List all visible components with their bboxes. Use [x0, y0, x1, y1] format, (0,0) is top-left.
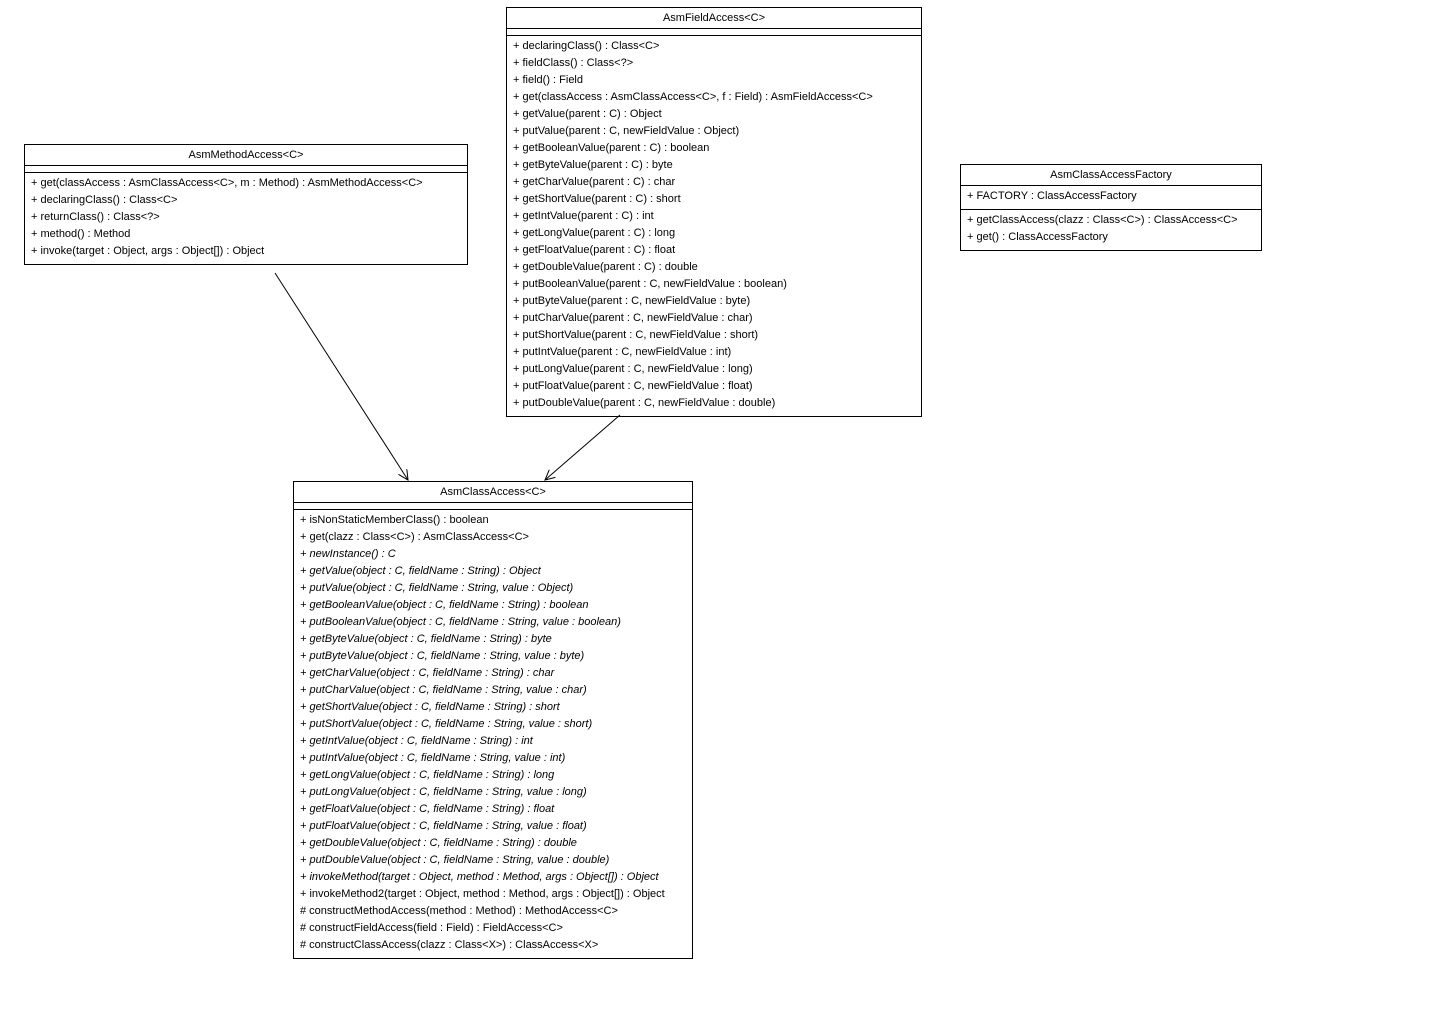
- class-member-line: + invokeMethod2(target : Object, method …: [300, 886, 686, 903]
- class-member-line: + getLongValue(parent : C) : long: [513, 225, 915, 242]
- class-ops: + getClassAccess(clazz : Class<C>) : Cla…: [961, 210, 1261, 250]
- class-member-line: + putDoubleValue(object : C, fieldName :…: [300, 852, 686, 869]
- class-member-line: + declaringClass() : Class<C>: [31, 192, 461, 209]
- class-member-line: + putFloatValue(parent : C, newFieldValu…: [513, 378, 915, 395]
- class-member-line: + get() : ClassAccessFactory: [967, 229, 1255, 246]
- class-asm-field-access: AsmFieldAccess<C> + declaringClass() : C…: [506, 7, 922, 417]
- class-member-line: + putLongValue(parent : C, newFieldValue…: [513, 361, 915, 378]
- class-member-line: + getCharValue(object : C, fieldName : S…: [300, 665, 686, 682]
- class-member-line: + invoke(target : Object, args : Object[…: [31, 243, 461, 260]
- class-member-line: + fieldClass() : Class<?>: [513, 55, 915, 72]
- class-member-line: + getBooleanValue(parent : C) : boolean: [513, 140, 915, 157]
- class-member-line: + getFloatValue(object : C, fieldName : …: [300, 801, 686, 818]
- class-member-line: # constructClassAccess(clazz : Class<X>)…: [300, 937, 686, 954]
- class-member-line: + getIntValue(parent : C) : int: [513, 208, 915, 225]
- class-member-line: + FACTORY : ClassAccessFactory: [967, 188, 1255, 205]
- class-attrs: + FACTORY : ClassAccessFactory: [961, 186, 1261, 210]
- class-attrs-empty: [294, 503, 692, 510]
- class-member-line: + putIntValue(parent : C, newFieldValue …: [513, 344, 915, 361]
- class-title: AsmMethodAccess<C>: [25, 145, 467, 166]
- class-member-line: + putCharValue(object : C, fieldName : S…: [300, 682, 686, 699]
- assoc-field-to-class: [545, 415, 620, 480]
- class-member-line: + putDoubleValue(parent : C, newFieldVal…: [513, 395, 915, 412]
- class-member-line: + putShortValue(parent : C, newFieldValu…: [513, 327, 915, 344]
- class-member-line: + field() : Field: [513, 72, 915, 89]
- class-title: AsmClassAccess<C>: [294, 482, 692, 503]
- class-member-line: + putLongValue(object : C, fieldName : S…: [300, 784, 686, 801]
- class-ops: + get(classAccess : AsmClassAccess<C>, m…: [25, 173, 467, 264]
- class-member-line: + getByteValue(object : C, fieldName : S…: [300, 631, 686, 648]
- class-member-line: + getByteValue(parent : C) : byte: [513, 157, 915, 174]
- class-member-line: + putByteValue(object : C, fieldName : S…: [300, 648, 686, 665]
- class-member-line: + newInstance() : C: [300, 546, 686, 563]
- class-member-line: + getShortValue(object : C, fieldName : …: [300, 699, 686, 716]
- class-title: AsmClassAccessFactory: [961, 165, 1261, 186]
- class-member-line: + getShortValue(parent : C) : short: [513, 191, 915, 208]
- class-member-line: + getFloatValue(parent : C) : float: [513, 242, 915, 259]
- class-member-line: + returnClass() : Class<?>: [31, 209, 461, 226]
- class-attrs-empty: [25, 166, 467, 173]
- class-asm-method-access: AsmMethodAccess<C> + get(classAccess : A…: [24, 144, 468, 265]
- class-member-line: + getLongValue(object : C, fieldName : S…: [300, 767, 686, 784]
- class-member-line: + get(clazz : Class<C>) : AsmClassAccess…: [300, 529, 686, 546]
- class-member-line: + declaringClass() : Class<C>: [513, 38, 915, 55]
- class-member-line: + putValue(object : C, fieldName : Strin…: [300, 580, 686, 597]
- class-member-line: + putBooleanValue(parent : C, newFieldVa…: [513, 276, 915, 293]
- class-asm-class-access-factory: AsmClassAccessFactory + FACTORY : ClassA…: [960, 164, 1262, 251]
- class-member-line: + putCharValue(parent : C, newFieldValue…: [513, 310, 915, 327]
- class-member-line: # constructMethodAccess(method : Method)…: [300, 903, 686, 920]
- class-member-line: + putValue(parent : C, newFieldValue : O…: [513, 123, 915, 140]
- class-member-line: + getDoubleValue(object : C, fieldName :…: [300, 835, 686, 852]
- class-member-line: + getDoubleValue(parent : C) : double: [513, 259, 915, 276]
- class-member-line: # constructFieldAccess(field : Field) : …: [300, 920, 686, 937]
- class-member-line: + get(classAccess : AsmClassAccess<C>, m…: [31, 175, 461, 192]
- class-member-line: + putByteValue(parent : C, newFieldValue…: [513, 293, 915, 310]
- class-member-line: + invokeMethod(target : Object, method :…: [300, 869, 686, 886]
- class-attrs-empty: [507, 29, 921, 36]
- class-title: AsmFieldAccess<C>: [507, 8, 921, 29]
- class-member-line: + getIntValue(object : C, fieldName : St…: [300, 733, 686, 750]
- class-member-line: + getClassAccess(clazz : Class<C>) : Cla…: [967, 212, 1255, 229]
- assoc-method-to-class: [275, 273, 408, 480]
- class-member-line: + putShortValue(object : C, fieldName : …: [300, 716, 686, 733]
- class-member-line: + putFloatValue(object : C, fieldName : …: [300, 818, 686, 835]
- class-asm-class-access: AsmClassAccess<C> + isNonStaticMemberCla…: [293, 481, 693, 959]
- class-member-line: + isNonStaticMemberClass() : boolean: [300, 512, 686, 529]
- class-member-line: + getBooleanValue(object : C, fieldName …: [300, 597, 686, 614]
- class-member-line: + putBooleanValue(object : C, fieldName …: [300, 614, 686, 631]
- class-member-line: + getValue(parent : C) : Object: [513, 106, 915, 123]
- class-member-line: + putIntValue(object : C, fieldName : St…: [300, 750, 686, 767]
- class-ops: + isNonStaticMemberClass() : boolean+ ge…: [294, 510, 692, 958]
- class-member-line: + getCharValue(parent : C) : char: [513, 174, 915, 191]
- class-ops: + declaringClass() : Class<C>+ fieldClas…: [507, 36, 921, 416]
- class-member-line: + get(classAccess : AsmClassAccess<C>, f…: [513, 89, 915, 106]
- class-member-line: + getValue(object : C, fieldName : Strin…: [300, 563, 686, 580]
- class-member-line: + method() : Method: [31, 226, 461, 243]
